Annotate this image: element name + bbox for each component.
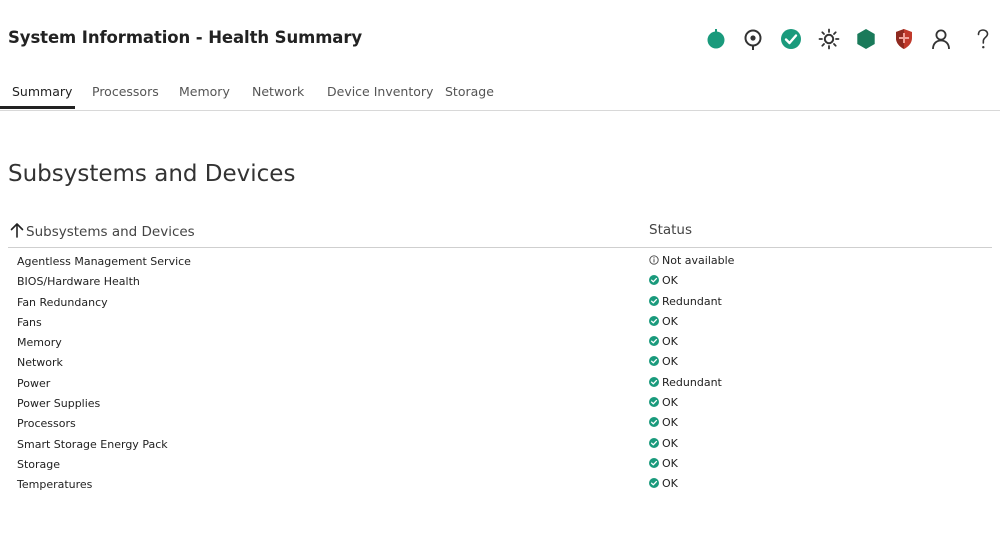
location-icon[interactable] [741, 27, 765, 51]
table-row: Power Supplies OK [8, 393, 992, 413]
subsystem-name: Agentless Management Service [17, 255, 191, 268]
status-text: OK [662, 396, 678, 410]
status-cell: OK [649, 355, 678, 368]
status-cell: Redundant [649, 295, 722, 308]
ok-icon [649, 478, 659, 489]
status-cell: OK [649, 457, 678, 470]
uid-light-icon[interactable] [817, 27, 841, 51]
subsystem-name: Storage [17, 457, 61, 471]
tab-storage[interactable]: Storage [445, 84, 494, 99]
column-header-subsystems[interactable]: Subsystems and Devices [8, 221, 195, 240]
subsystem-name: Smart Storage Energy Pack [17, 437, 168, 451]
status-cell: OK [649, 416, 678, 429]
subsystem-name: Power [17, 376, 51, 390]
section-title: Subsystems and Devices [8, 161, 296, 187]
status-cell: OK [649, 315, 678, 328]
column-header-status[interactable]: Status [649, 222, 692, 238]
subsystem-name: Network [17, 356, 63, 370]
info-icon [649, 255, 659, 265]
status-cell: OK [649, 335, 678, 348]
status-cell: Not available [649, 254, 734, 267]
table-body: Agentless Management Service Not availabl… [8, 251, 992, 495]
tab-network[interactable]: Network [252, 84, 304, 99]
ok-icon [649, 437, 659, 448]
column-header-label: Subsystems and Devices [26, 224, 195, 240]
table-row: Storage OK [8, 454, 992, 474]
subsystem-name: Temperatures [17, 478, 93, 492]
status-text: Redundant [662, 375, 722, 389]
table-row: Network OK [8, 352, 992, 372]
table-header: Subsystems and Devices Status [8, 215, 992, 248]
subsystem-name: Memory [17, 336, 62, 350]
tab-bar: Summary Processors Memory Network Device… [0, 78, 1000, 111]
tab-processors[interactable]: Processors [92, 84, 159, 99]
status-text: OK [662, 477, 678, 491]
help-icon[interactable] [971, 27, 995, 51]
subsystem-name: Processors [17, 417, 76, 431]
table-row: Temperatures OK [8, 474, 992, 494]
table-row: Memory OK [8, 332, 992, 352]
status-text: OK [662, 335, 678, 349]
power-icon[interactable] [704, 27, 728, 51]
tab-device-inventory[interactable]: Device Inventory [327, 84, 433, 99]
subsystem-name: BIOS/Hardware Health [17, 275, 140, 289]
page-title: System Information - Health Summary [8, 28, 363, 47]
active-tab-indicator [0, 106, 75, 109]
sort-ascending-icon [8, 221, 26, 239]
tab-memory[interactable]: Memory [179, 84, 230, 99]
table-row: Fan Redundancy Redundant [8, 292, 992, 312]
ok-icon [649, 336, 659, 347]
ok-icon [649, 356, 659, 367]
status-text: OK [662, 274, 678, 288]
ok-icon [649, 275, 659, 286]
status-cell: OK [649, 396, 678, 409]
ok-icon [649, 397, 659, 408]
ok-icon [649, 315, 659, 326]
status-text: Not available [662, 254, 735, 267]
status-cell: OK [649, 477, 678, 490]
user-icon[interactable] [929, 27, 953, 51]
health-ok-icon[interactable] [779, 27, 803, 51]
ok-icon [649, 376, 659, 387]
subsystem-name: Fan Redundancy [17, 295, 108, 309]
status-cell: Redundant [649, 376, 722, 389]
status-text: OK [662, 456, 678, 470]
table-row: Agentless Management Service Not availabl… [8, 251, 992, 271]
status-text: Redundant [662, 294, 722, 308]
subsystems-table: Subsystems and Devices Status Agentless … [8, 215, 992, 495]
status-text: OK [662, 314, 678, 328]
ok-icon [649, 417, 659, 428]
table-row: Processors OK [8, 413, 992, 433]
page-header: System Information - Health Summary [0, 0, 1000, 80]
subsystem-name: Power Supplies [17, 397, 101, 411]
status-cell: OK [649, 274, 678, 287]
subsystem-name: Fans [17, 315, 42, 329]
tab-summary[interactable]: Summary [12, 84, 72, 99]
status-text: OK [662, 416, 678, 430]
ok-icon [649, 295, 659, 306]
security-shield-icon[interactable] [892, 27, 916, 51]
table-row: Power Redundant [8, 373, 992, 393]
status-text: OK [662, 436, 678, 450]
table-row: Smart Storage Energy Pack OK [8, 434, 992, 454]
hexagon-icon[interactable] [854, 27, 878, 51]
ok-icon [649, 457, 659, 468]
table-row: Fans OK [8, 312, 992, 332]
table-row: BIOS/Hardware Health OK [8, 271, 992, 291]
status-cell: OK [649, 437, 678, 450]
status-text: OK [662, 355, 678, 369]
